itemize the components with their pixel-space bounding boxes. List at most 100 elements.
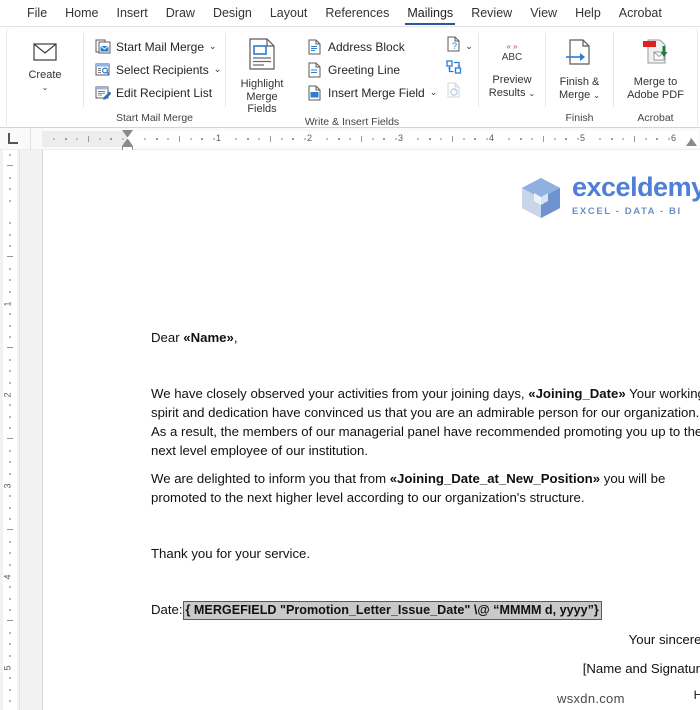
word-window: File Home Insert Draw Design Layout Refe… — [0, 0, 700, 710]
group-label-create — [7, 112, 83, 127]
chevron-down-icon[interactable]: ⌄ — [529, 89, 536, 98]
ruler-tick — [281, 138, 283, 140]
tab-mailings-label: Mailings — [407, 6, 454, 20]
highlight-merge-fields-button[interactable]: Highlight Merge Fields — [226, 33, 298, 116]
match-fields-button[interactable] — [443, 58, 476, 81]
ribbon-group-acrobat: Merge to Adobe PDF Acrobat — [614, 28, 697, 127]
tab-insert[interactable]: Insert — [108, 0, 157, 26]
vruler-tick — [9, 382, 11, 384]
tab-design[interactable]: Design — [204, 0, 261, 26]
vruler-tick — [9, 325, 11, 327]
ruler-tick — [76, 138, 78, 140]
edit-recipient-list-button[interactable]: Edit Recipient List — [92, 81, 225, 104]
vertical-ruler[interactable]: 1 2 3 4 5 — [0, 150, 20, 710]
paragraph-1: We have closely observed your activities… — [151, 384, 700, 460]
finish-and-merge-button[interactable]: Finish & Merge ⌄ — [553, 33, 606, 102]
rules-button[interactable]: ? ⌄ — [443, 35, 476, 58]
tab-layout[interactable]: Layout — [261, 0, 317, 26]
address-block-button[interactable]: Address Block — [304, 35, 441, 58]
ruler-tick — [463, 138, 465, 140]
chevron-down-icon[interactable]: ⌄ — [214, 64, 222, 75]
select-recipients-button[interactable]: Select Recipients ⌄ — [92, 58, 225, 81]
preview-results-button[interactable]: « » ABC Preview Results ⌄ — [483, 33, 541, 100]
tab-view-label: View — [530, 6, 558, 20]
signature-line-2: [Name and Signature] — [582, 661, 700, 676]
ruler-tick — [486, 138, 488, 140]
tab-help[interactable]: Help — [566, 0, 610, 26]
ruler-tick — [190, 138, 192, 140]
chevron-down-icon[interactable]: ⌄ — [465, 41, 473, 52]
ruler-tick — [668, 138, 670, 140]
vruler-tick — [9, 609, 11, 611]
tab-view[interactable]: View — [521, 0, 566, 26]
finish-and-merge-label-line1: Finish & — [559, 76, 600, 88]
tab-home-label: Home — [65, 6, 99, 20]
mergefield-code-box[interactable]: { MERGEFIELD "Promotion_Letter_Issue_Dat… — [182, 601, 602, 620]
vruler-tick — [9, 450, 11, 452]
vruler-tick — [9, 677, 11, 679]
ruler-tick — [599, 138, 601, 140]
vruler-tick — [9, 700, 11, 702]
merge-field-name: «Name» — [183, 330, 234, 345]
tab-stop-selector-icon[interactable] — [8, 133, 18, 144]
merge-to-adobe-pdf-icon — [640, 38, 672, 73]
chevron-down-icon[interactable]: ⌄ — [209, 41, 217, 52]
logo-name: exceldemy — [572, 172, 700, 202]
vruler-tick — [9, 495, 11, 497]
right-indent-marker[interactable] — [686, 139, 697, 146]
select-recipients-label: Select Recipients — [116, 62, 209, 77]
ribbon-group-finish: Finish & Merge ⌄ Finish — [546, 28, 613, 127]
ruler-tick — [577, 138, 579, 140]
chevron-down-icon[interactable]: ⌄ — [42, 83, 49, 92]
ruler-tick — [417, 138, 419, 140]
vruler-tick — [9, 245, 11, 247]
vruler-tick — [9, 541, 11, 543]
vruler-tick — [9, 655, 11, 657]
svg-text:ABC: ABC — [502, 52, 523, 63]
tab-review[interactable]: Review — [462, 0, 521, 26]
merge-field-joining-date-new-position: «Joining_Date_at_New_Position» — [389, 471, 601, 486]
tab-file-label: File — [27, 6, 48, 20]
ruler-tick — [247, 138, 249, 140]
rules-icon: ? — [446, 36, 461, 57]
tab-draw-label: Draw — [165, 6, 195, 20]
preview-results-line2-text: Results — [488, 86, 526, 99]
hanging-indent-marker[interactable] — [122, 139, 133, 146]
greeting-line-button[interactable]: Greeting Line — [304, 58, 441, 81]
ribbon-group-start-mail-merge: Start Mail Merge ⌄ Select Recipients ⌄ E… — [84, 28, 225, 127]
vruler-tick — [9, 188, 11, 190]
ruler-number-5: 5 — [580, 133, 586, 143]
chevron-down-icon[interactable]: ⌄ — [593, 91, 600, 100]
tab-references[interactable]: References — [316, 0, 398, 26]
ruler-tick — [179, 136, 180, 142]
ruler-tick — [235, 138, 237, 140]
group-label-preview-results — [479, 112, 545, 127]
vruler-tick — [9, 473, 11, 475]
address-block-icon — [306, 38, 323, 55]
ruler-tick — [258, 138, 260, 140]
document-body[interactable]: exceldemy EXCEL - DATA - BI Dear «Name»,… — [151, 150, 700, 710]
document-page[interactable]: exceldemy EXCEL - DATA - BI Dear «Name»,… — [42, 150, 700, 710]
create-button[interactable]: Create ⌄ — [22, 33, 67, 92]
chevron-down-icon[interactable]: ⌄ — [430, 87, 438, 98]
tab-file[interactable]: File — [18, 0, 56, 26]
ruler-number-1: 1 — [216, 133, 222, 143]
first-line-indent-marker[interactable] — [122, 130, 133, 137]
ruler-tick — [338, 138, 340, 140]
highlight-merge-fields-icon — [247, 38, 277, 75]
svg-text:« »: « » — [506, 42, 518, 51]
merge-to-adobe-pdf-label-line1: Merge to — [633, 76, 678, 88]
merge-to-adobe-pdf-button[interactable]: Merge to Adobe PDF — [621, 33, 690, 101]
start-mail-merge-button[interactable]: Start Mail Merge ⌄ — [92, 35, 225, 58]
ruler-tick — [565, 138, 567, 140]
insert-merge-field-button[interactable]: Insert Merge Field ⌄ — [304, 81, 441, 104]
tab-acrobat[interactable]: Acrobat — [610, 0, 671, 26]
tab-mailings[interactable]: Mailings — [398, 0, 462, 26]
horizontal-ruler[interactable]: 1 2 3 4 5 6 — [0, 128, 700, 151]
ruler-tick — [508, 138, 510, 140]
ruler-tick — [270, 136, 271, 142]
vruler-tick — [9, 564, 11, 566]
tab-draw[interactable]: Draw — [157, 0, 204, 26]
tab-home[interactable]: Home — [56, 0, 107, 26]
finish-merge-icon — [564, 38, 594, 73]
